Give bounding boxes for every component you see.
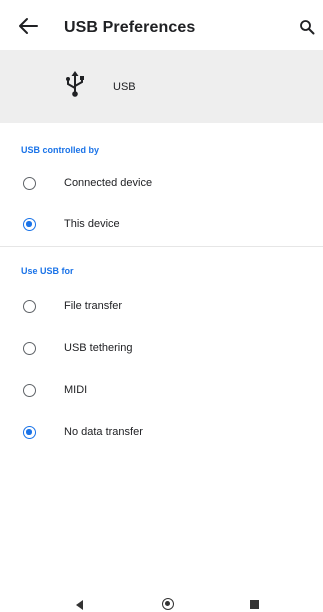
radio-button[interactable]	[23, 342, 36, 355]
option-this-device[interactable]: This device	[0, 206, 323, 246]
usb-icon	[66, 71, 84, 97]
section-header-use-usb-for: Use USB for	[21, 266, 74, 276]
option-label: USB tethering	[64, 342, 133, 354]
app-bar: USB Preferences	[0, 0, 323, 50]
usb-label: USB	[113, 81, 136, 93]
option-label: No data transfer	[64, 426, 143, 438]
option-usb-tethering[interactable]: USB tethering	[0, 330, 323, 370]
section-divider	[0, 246, 323, 247]
section-header-controlled-by: USB controlled by	[21, 145, 100, 155]
arrow-back-icon[interactable]	[17, 17, 39, 35]
radio-button[interactable]	[23, 384, 36, 397]
option-label: MIDI	[64, 384, 88, 396]
radio-button-selected[interactable]	[23, 426, 36, 439]
nav-back-icon[interactable]	[76, 600, 83, 610]
option-no-data-transfer[interactable]: No data transfer	[0, 414, 323, 454]
nav-recents-icon[interactable]	[250, 600, 259, 609]
option-file-transfer[interactable]: File transfer	[0, 288, 323, 328]
radio-button[interactable]	[23, 177, 36, 190]
option-connected-device[interactable]: Connected device	[0, 165, 323, 205]
usb-banner: USB	[0, 50, 323, 123]
option-midi[interactable]: MIDI	[0, 372, 323, 412]
nav-home-icon[interactable]	[162, 598, 174, 610]
radio-button-selected[interactable]	[23, 218, 36, 231]
search-icon[interactable]	[299, 19, 315, 35]
option-label: File transfer	[64, 300, 123, 312]
option-label: This device	[64, 218, 120, 230]
radio-button[interactable]	[23, 300, 36, 313]
option-label: Connected device	[64, 177, 153, 189]
system-nav-bar	[0, 588, 323, 612]
page-title: USB Preferences	[64, 19, 196, 36]
